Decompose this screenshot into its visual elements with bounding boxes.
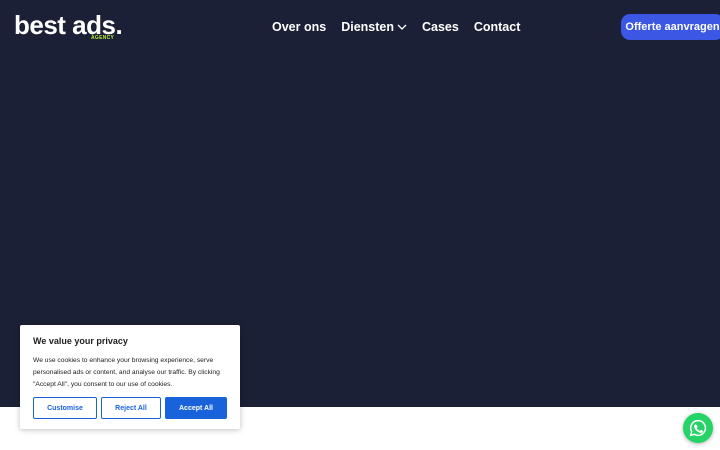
- cookie-title: We value your privacy: [33, 336, 128, 346]
- whatsapp-icon: [689, 419, 707, 437]
- main-nav: Over ons Diensten Cases Contact: [272, 19, 520, 35]
- offerte-aanvragen-button[interactable]: Offerte aanvragen: [621, 14, 720, 40]
- reject-all-button[interactable]: Reject All: [101, 397, 161, 419]
- customise-button[interactable]: Customise: [33, 397, 97, 419]
- nav-item-cases[interactable]: Cases: [422, 19, 459, 35]
- nav-item-label: Cases: [421, 20, 459, 34]
- cookie-description: We use cookies to enhance your browsing …: [33, 357, 220, 388]
- chevron-down-icon: [397, 24, 407, 30]
- nav-item-label: Over ons: [272, 20, 327, 34]
- nav-item-label: Contact: [473, 20, 521, 34]
- nav-item-label: Diensten: [341, 20, 394, 34]
- nav-item-diensten[interactable]: Diensten: [341, 19, 407, 35]
- whatsapp-chat-button[interactable]: [683, 413, 713, 443]
- accept-all-button[interactable]: Accept All: [165, 397, 227, 419]
- cookie-actions: Customise Reject All Accept All: [33, 397, 227, 419]
- nav-item-over-ons[interactable]: Over ons: [272, 19, 326, 35]
- logo-tagline: AGENCY: [91, 35, 115, 41]
- cookie-consent-banner: We value your privacy We use cookies to …: [20, 325, 240, 429]
- nav-item-contact[interactable]: Contact: [474, 19, 521, 35]
- logo[interactable]: best ads. AGENCY: [14, 10, 134, 44]
